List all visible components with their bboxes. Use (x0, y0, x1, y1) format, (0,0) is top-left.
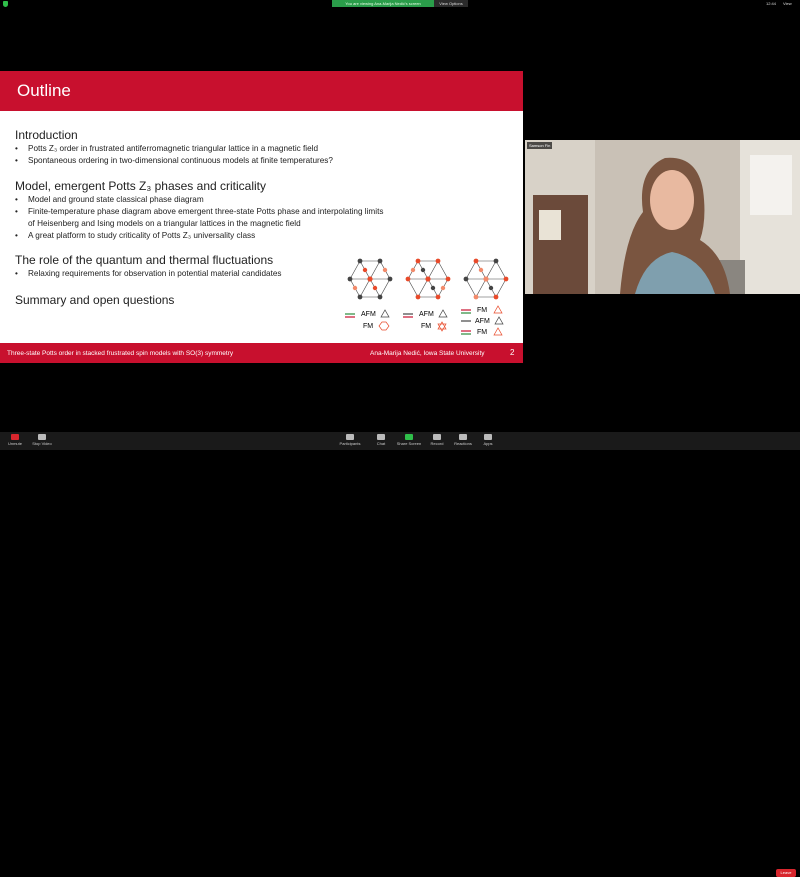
lattice-mixed-icon (405, 258, 451, 300)
shield-icon[interactable] (3, 1, 8, 7)
bullet: • Spontaneous ordering in two-dimensional… (15, 156, 333, 165)
lattice-afm-icon (347, 258, 393, 300)
video-camera-icon (38, 434, 46, 440)
bullet-text: Finite-temperature phase diagram above e… (28, 207, 384, 216)
bullet: • Model and ground state classical phase … (15, 195, 204, 204)
chat-label: Chat (376, 441, 386, 446)
reactions-label: Reactions (454, 441, 472, 446)
microphone-muted-icon (11, 434, 19, 440)
bullet-text: Relaxing requirements for observation in… (28, 269, 282, 278)
page-number: 2 (510, 348, 515, 357)
chat-icon (377, 434, 385, 440)
chat-button[interactable]: Chat (366, 433, 396, 446)
unmute-label: Unmute (7, 441, 22, 446)
top-bar: You are viewing Ana-Marija Nedić's scree… (0, 0, 800, 8)
participant-name: Samson Fin (527, 142, 553, 149)
meeting-toolbar: Unmute Stop Video Participants Chat Shar… (0, 432, 800, 877)
bullet-text: Spontaneous ordering in two-dimensional … (28, 156, 333, 165)
view-button[interactable]: View (783, 1, 792, 6)
bullet-text: A great platform to study criticality of… (28, 231, 256, 240)
section-heading: Model, emergent Potts Z₃ phases and crit… (15, 179, 266, 193)
bullet-text: Potts Z₃ order in frustrated antiferroma… (28, 144, 319, 153)
view-options-button[interactable]: View Options (434, 0, 468, 7)
clock: 12:44 (766, 1, 777, 6)
share-screen-button[interactable]: Share Screen (394, 433, 424, 446)
shared-slide: Outline Introduction • Potts Z₃ order in … (0, 71, 523, 363)
reactions-icon (459, 434, 467, 440)
footer-author: Ana-Marija Nedić, Iowa State University (370, 350, 485, 357)
bullet: • Relaxing requirements for observation i… (15, 269, 282, 278)
bullet: • A great platform to study criticality o… (15, 231, 256, 240)
participants-icon (346, 434, 354, 440)
slide-title: Outline (17, 81, 71, 100)
spin-lattice-diagrams: AFM FM AFM FM FM AFM FM (345, 258, 509, 336)
record-icon (433, 434, 441, 440)
share-screen-icon (405, 434, 413, 440)
section-heading: Introduction (15, 128, 78, 142)
bullet-continuation: of Heisenberg and Ising models on a tria… (28, 219, 301, 228)
stop-video-button[interactable]: Stop Video (27, 433, 57, 446)
legend-group: AFM FM (403, 309, 448, 332)
apps-label: Apps (483, 441, 493, 446)
section-heading: Summary and open questions (15, 293, 175, 307)
screen-share-banner: You are viewing Ana-Marija Nedić's scree… (332, 0, 434, 7)
legend-group: AFM FM (345, 309, 390, 331)
legend-group: FM AFM FM (461, 305, 504, 336)
bullet: • Potts Z₃ order in frustrated antiferrom… (15, 144, 319, 153)
participants-button[interactable]: Participants (335, 433, 365, 446)
legend-fm-label: FM (477, 329, 487, 336)
legend-afm-label: AFM (361, 311, 376, 318)
slide-header: Outline (0, 71, 523, 111)
leave-button[interactable]: Leave (776, 869, 796, 877)
legend-fm-label: FM (363, 323, 373, 330)
legend-fm-label: FM (421, 323, 431, 330)
bullet: • Finite-temperature phase diagram above … (15, 207, 384, 216)
bullet-text: Model and ground state classical phase d… (28, 195, 204, 204)
legend-fm-label: FM (477, 307, 487, 314)
record-label: Record (430, 441, 444, 446)
apps-icon (484, 434, 492, 440)
lattice-fm-icon (463, 258, 509, 300)
share-screen-label: Share Screen (396, 441, 422, 446)
video-frame-image (525, 140, 800, 294)
slide-footer: Three-state Potts order in stacked frust… (0, 343, 523, 363)
stop-video-label: Stop Video (32, 441, 52, 446)
participants-label: Participants (339, 441, 361, 446)
legend-afm-label: AFM (475, 318, 490, 325)
apps-button[interactable]: Apps (473, 433, 503, 446)
section-heading: The role of the quantum and thermal fluc… (15, 253, 274, 267)
unmute-button[interactable]: Unmute (0, 433, 30, 446)
participant-video[interactable]: Samson Fin (525, 140, 800, 294)
legend-afm-label: AFM (419, 311, 434, 318)
footer-title: Three-state Potts order in stacked frust… (7, 350, 234, 357)
